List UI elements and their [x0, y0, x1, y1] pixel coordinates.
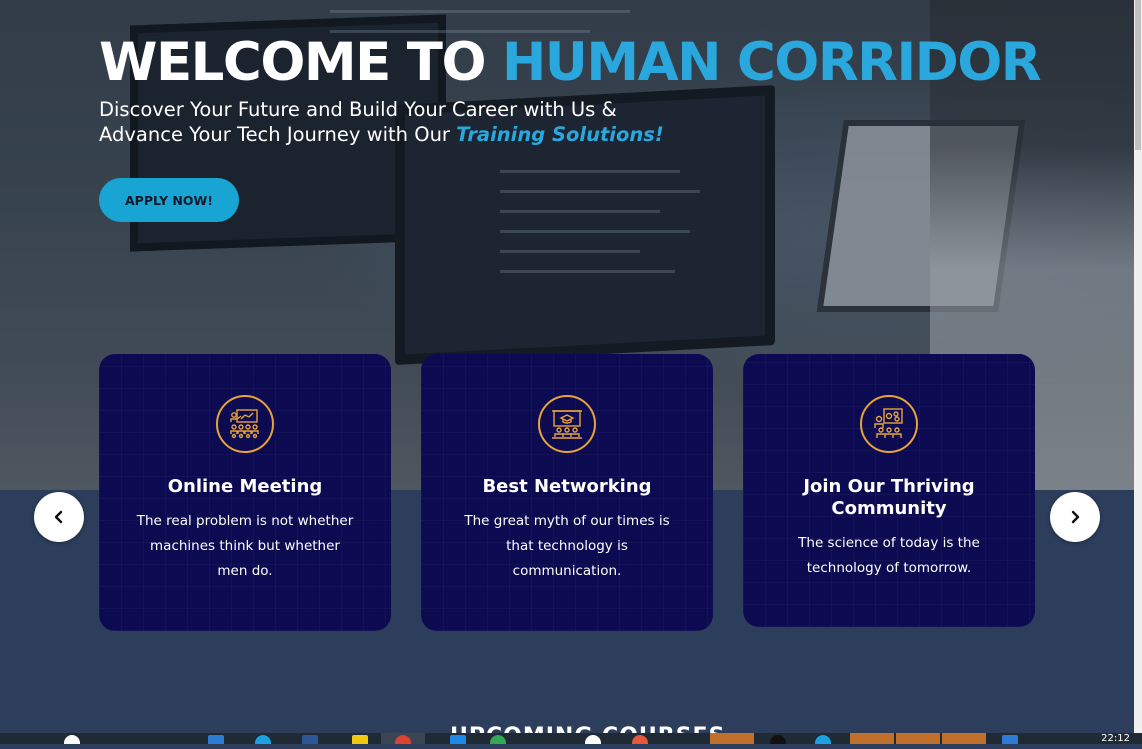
card-text: The science of today is the technology o…: [798, 535, 980, 576]
carousel-prev-button[interactable]: [34, 492, 84, 542]
hero-subtitle: Discover Your Future and Build Your Care…: [99, 97, 719, 147]
community-icon: [860, 395, 918, 453]
taskbar-app-icon[interactable]: [395, 735, 411, 744]
taskbar-app-icon[interactable]: [770, 735, 786, 744]
networking-presentation-icon: [538, 395, 596, 453]
taskbar-app-icon[interactable]: [450, 735, 466, 744]
card-title: Best Networking: [482, 476, 652, 497]
taskbar-app-icon[interactable]: [632, 735, 648, 744]
taskbar-app-tile[interactable]: [942, 733, 986, 744]
taskbar-app-icon[interactable]: [490, 735, 506, 744]
taskbar-app-icon[interactable]: [815, 735, 831, 744]
apply-now-button[interactable]: APPLY NOW!: [99, 178, 239, 222]
hero-title-accent: HUMAN CORRIDOR: [501, 32, 1042, 93]
card-text: The great myth of our times is that tech…: [464, 513, 670, 579]
taskbar-app-tile[interactable]: [850, 733, 894, 744]
taskbar-app-icon[interactable]: [302, 735, 318, 744]
carousel-next-button[interactable]: [1050, 492, 1100, 542]
hero-title: WELCOME TO HUMAN CORRIDOR: [99, 28, 1042, 98]
taskbar-app-icon[interactable]: [208, 735, 224, 744]
hero-title-main: WELCOME TO: [99, 32, 502, 93]
chevron-right-icon: [1071, 510, 1080, 524]
hero-subtitle-emphasis: Training Solutions!: [456, 123, 664, 146]
feature-card-best-networking: Best Networking The great myth of our ti…: [421, 354, 713, 631]
taskbar-app-tile[interactable]: [896, 733, 940, 744]
windows-taskbar: 22:12: [0, 733, 1142, 744]
chevron-left-icon: [54, 510, 63, 524]
feature-card-community: Join Our Thriving Community The science …: [743, 354, 1035, 627]
search-icon[interactable]: [64, 735, 80, 744]
card-title: Online Meeting: [167, 476, 323, 497]
card-text: The real problem is not whether machines…: [136, 513, 354, 579]
hero-subtitle-line2: Advance Your Tech Journey with Our: [99, 123, 457, 146]
taskbar-app-icon[interactable]: [585, 735, 601, 744]
hero-subtitle-line1: Discover Your Future and Build Your Care…: [99, 98, 617, 121]
card-title: Join Our Thriving Community: [803, 476, 975, 519]
online-meeting-icon: [216, 395, 274, 453]
taskbar-clock: 22:12: [1101, 733, 1130, 744]
taskbar-app-icon[interactable]: [255, 735, 271, 744]
taskbar-app-icon[interactable]: [1002, 735, 1018, 744]
page-scrollbar[interactable]: [1134, 0, 1142, 744]
scrollbar-thumb[interactable]: [1135, 0, 1141, 150]
taskbar-app-tile[interactable]: [710, 733, 754, 744]
feature-card-online-meeting: Online Meeting The real problem is not w…: [99, 354, 391, 631]
taskbar-app-icon[interactable]: [352, 735, 368, 744]
